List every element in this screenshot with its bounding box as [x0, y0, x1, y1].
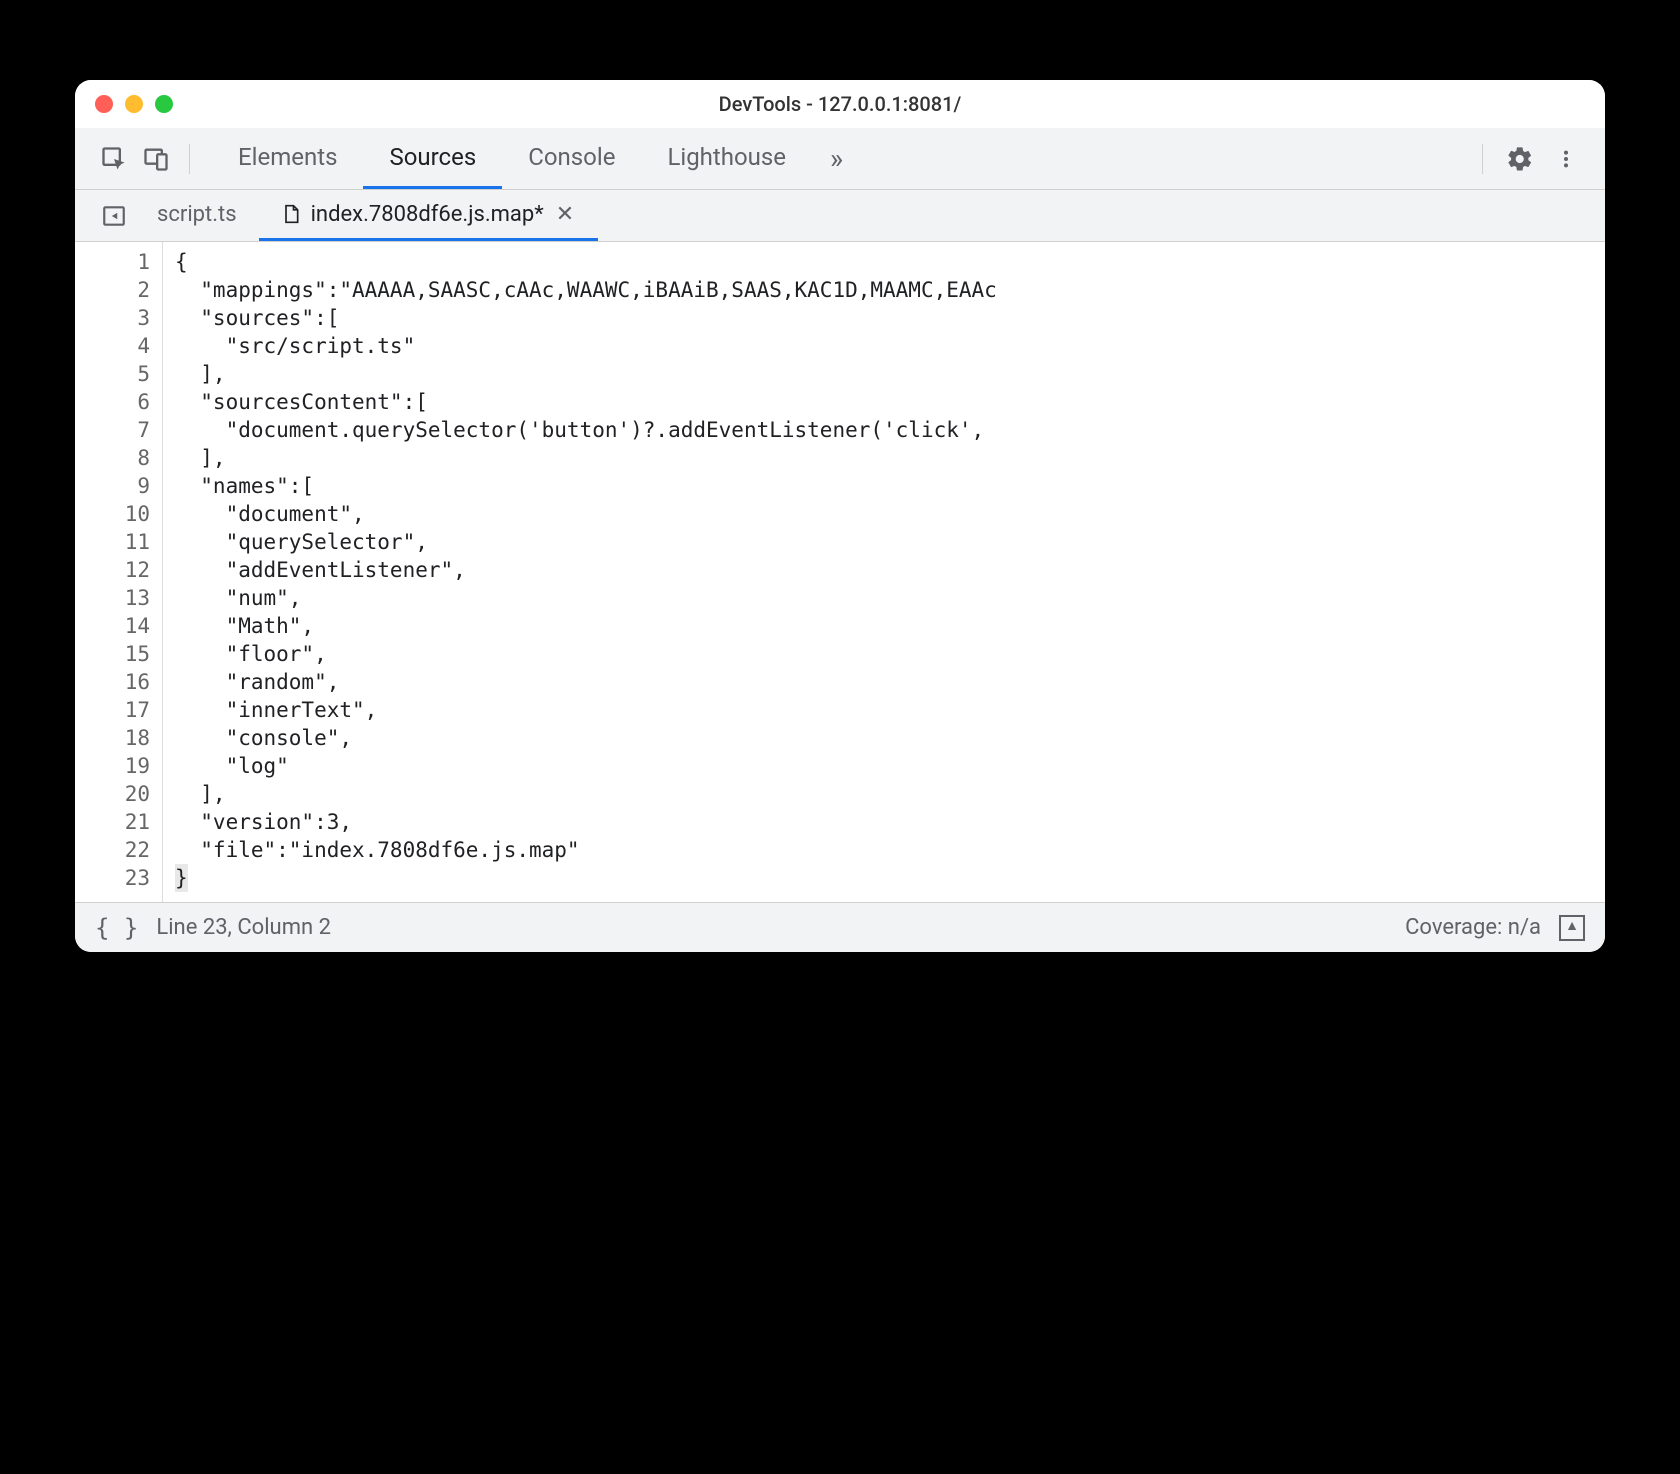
more-menu-button[interactable] [1545, 138, 1587, 180]
code-content[interactable]: { "mappings":"AAAAA,SAASC,cAAc,WAAWC,iBA… [163, 242, 1605, 902]
toolbar-divider [1482, 144, 1483, 174]
window-maximize-button[interactable] [155, 95, 173, 113]
triangle-up-icon: ▲ [1565, 919, 1579, 933]
code-line: "file":"index.7808df6e.js.map" [175, 836, 1605, 864]
devtools-window: DevTools - 127.0.0.1:8081/ Elements Sourc… [75, 80, 1605, 952]
tab-label: Lighthouse [667, 143, 786, 171]
code-line: "querySelector", [175, 528, 1605, 556]
statusbar: { } Line 23, Column 2 Coverage: n/a ▲ [75, 902, 1605, 952]
navigator-toggle-button[interactable] [93, 190, 135, 241]
code-line: "addEventListener", [175, 556, 1605, 584]
toolbar-divider [189, 144, 190, 174]
code-line: "sources":[ [175, 304, 1605, 332]
code-line: "Math", [175, 612, 1605, 640]
line-number[interactable]: 10 [75, 500, 162, 528]
editor-area: 1234567891011121314151617181920212223 { … [75, 242, 1605, 902]
tab-label: Elements [238, 143, 337, 171]
line-number[interactable]: 7 [75, 416, 162, 444]
line-number[interactable]: 18 [75, 724, 162, 752]
line-number[interactable]: 3 [75, 304, 162, 332]
line-number[interactable]: 13 [75, 584, 162, 612]
tab-elements[interactable]: Elements [212, 128, 363, 189]
code-line: "console", [175, 724, 1605, 752]
file-tabs-bar: script.ts index.7808df6e.js.map* ✕ [75, 190, 1605, 242]
line-number[interactable]: 15 [75, 640, 162, 668]
tab-lighthouse[interactable]: Lighthouse [641, 128, 812, 189]
kebab-icon [1555, 145, 1577, 173]
window-title: DevTools - 127.0.0.1:8081/ [719, 92, 962, 116]
coverage-status: Coverage: n/a [1405, 915, 1541, 940]
line-number[interactable]: 11 [75, 528, 162, 556]
code-line: "innerText", [175, 696, 1605, 724]
code-line: } [175, 864, 1605, 892]
tabs-overflow-button[interactable]: » [812, 142, 861, 175]
code-line: "names":[ [175, 472, 1605, 500]
cursor-position: Line 23, Column 2 [156, 915, 331, 940]
main-tabs: Elements Sources Console Lighthouse [212, 128, 812, 189]
panel-icon [101, 203, 127, 229]
window-close-button[interactable] [95, 95, 113, 113]
file-icon [281, 203, 301, 225]
line-number[interactable]: 19 [75, 752, 162, 780]
line-number[interactable]: 6 [75, 388, 162, 416]
line-number[interactable]: 1 [75, 248, 162, 276]
code-line: "src/script.ts" [175, 332, 1605, 360]
line-number[interactable]: 4 [75, 332, 162, 360]
gear-icon [1506, 145, 1534, 173]
file-tab-label: script.ts [157, 202, 237, 227]
code-line: "document", [175, 500, 1605, 528]
code-line: "version":3, [175, 808, 1605, 836]
traffic-lights [95, 95, 173, 113]
device-toolbar-icon[interactable] [135, 138, 177, 180]
line-number[interactable]: 8 [75, 444, 162, 472]
code-line: ], [175, 780, 1605, 808]
line-number[interactable]: 16 [75, 668, 162, 696]
line-number[interactable]: 2 [75, 276, 162, 304]
line-number[interactable]: 17 [75, 696, 162, 724]
collapse-drawer-button[interactable]: ▲ [1559, 915, 1585, 941]
line-number[interactable]: 12 [75, 556, 162, 584]
tab-label: Console [528, 143, 615, 171]
tab-sources[interactable]: Sources [363, 128, 502, 189]
line-number[interactable]: 9 [75, 472, 162, 500]
line-number[interactable]: 23 [75, 864, 162, 892]
file-tab[interactable]: index.7808df6e.js.map* ✕ [259, 190, 599, 241]
code-line: ], [175, 360, 1605, 388]
main-toolbar: Elements Sources Console Lighthouse » [75, 128, 1605, 190]
code-line: ], [175, 444, 1605, 472]
line-number[interactable]: 14 [75, 612, 162, 640]
code-line: "document.querySelector('button')?.addEv… [175, 416, 1605, 444]
code-line: "random", [175, 668, 1605, 696]
toolbar-right [1470, 138, 1587, 180]
code-line: { [175, 248, 1605, 276]
code-line: "log" [175, 752, 1605, 780]
line-number-gutter: 1234567891011121314151617181920212223 [75, 242, 163, 902]
file-tab-label: index.7808df6e.js.map* [311, 202, 544, 227]
line-number[interactable]: 22 [75, 836, 162, 864]
tab-label: Sources [389, 143, 476, 171]
line-number[interactable]: 21 [75, 808, 162, 836]
window-minimize-button[interactable] [125, 95, 143, 113]
line-number[interactable]: 5 [75, 360, 162, 388]
tab-console[interactable]: Console [502, 128, 641, 189]
code-line: "floor", [175, 640, 1605, 668]
line-number[interactable]: 20 [75, 780, 162, 808]
close-tab-button[interactable]: ✕ [554, 202, 576, 227]
code-line: "sourcesContent":[ [175, 388, 1605, 416]
code-line: "mappings":"AAAAA,SAASC,cAAc,WAAWC,iBAAi… [175, 276, 1605, 304]
titlebar: DevTools - 127.0.0.1:8081/ [75, 80, 1605, 128]
settings-button[interactable] [1499, 138, 1541, 180]
code-line: "num", [175, 584, 1605, 612]
chevron-double-right-icon: » [830, 142, 843, 175]
inspect-element-icon[interactable] [93, 138, 135, 180]
file-tab[interactable]: script.ts [135, 190, 259, 241]
pretty-print-button[interactable]: { } [95, 914, 138, 942]
